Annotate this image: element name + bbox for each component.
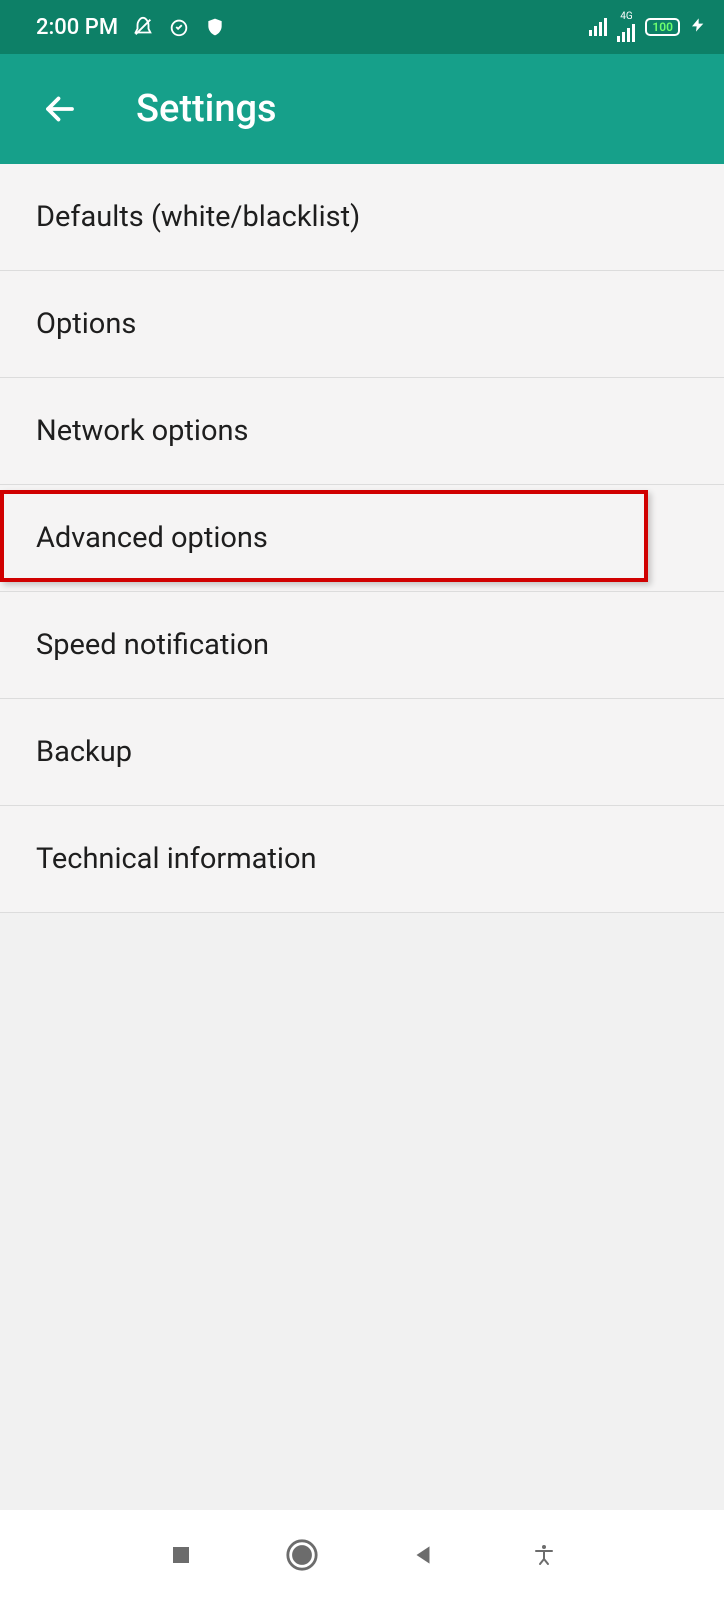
list-item-label: Backup	[36, 735, 132, 769]
accessibility-icon	[532, 1543, 556, 1567]
item-technical-information[interactable]: Technical information	[0, 806, 724, 913]
list-item-label: Defaults (white/blacklist)	[36, 200, 360, 234]
alarm-icon	[168, 16, 190, 38]
status-right: 4G 100	[589, 12, 706, 42]
signal-icon	[589, 18, 607, 36]
back-nav-button[interactable]	[403, 1535, 443, 1575]
app-bar: Settings	[0, 54, 724, 164]
item-backup[interactable]: Backup	[0, 699, 724, 806]
charging-icon	[690, 15, 706, 39]
list-item-label: Options	[36, 307, 136, 341]
battery-icon: 100	[645, 18, 680, 36]
status-bar: 2:00 PM 4G 100	[0, 0, 724, 54]
accessibility-button[interactable]	[524, 1535, 564, 1575]
settings-list: Defaults (white/blacklist) Options Netwo…	[0, 164, 724, 913]
home-button[interactable]	[282, 1535, 322, 1575]
status-time: 2:00 PM	[36, 15, 118, 40]
item-defaults[interactable]: Defaults (white/blacklist)	[0, 164, 724, 271]
item-network-options[interactable]: Network options	[0, 378, 724, 485]
shield-icon	[204, 16, 226, 38]
square-icon	[169, 1543, 193, 1567]
circle-icon	[285, 1538, 319, 1572]
arrow-left-icon	[42, 91, 78, 127]
page-title: Settings	[136, 87, 277, 131]
list-item-label: Network options	[36, 414, 249, 448]
recents-button[interactable]	[161, 1535, 201, 1575]
triangle-left-icon	[410, 1542, 436, 1568]
back-button[interactable]	[36, 85, 84, 133]
status-left: 2:00 PM	[36, 15, 226, 40]
item-advanced-options[interactable]: Advanced options	[0, 485, 724, 592]
list-item-label: Technical information	[36, 842, 317, 876]
item-options[interactable]: Options	[0, 271, 724, 378]
system-nav-bar	[0, 1510, 724, 1600]
item-speed-notification[interactable]: Speed notification	[0, 592, 724, 699]
list-item-label: Speed notification	[36, 628, 269, 662]
mute-icon	[132, 16, 154, 38]
network-signal-icon: 4G	[617, 12, 635, 42]
list-item-label: Advanced options	[36, 521, 268, 555]
